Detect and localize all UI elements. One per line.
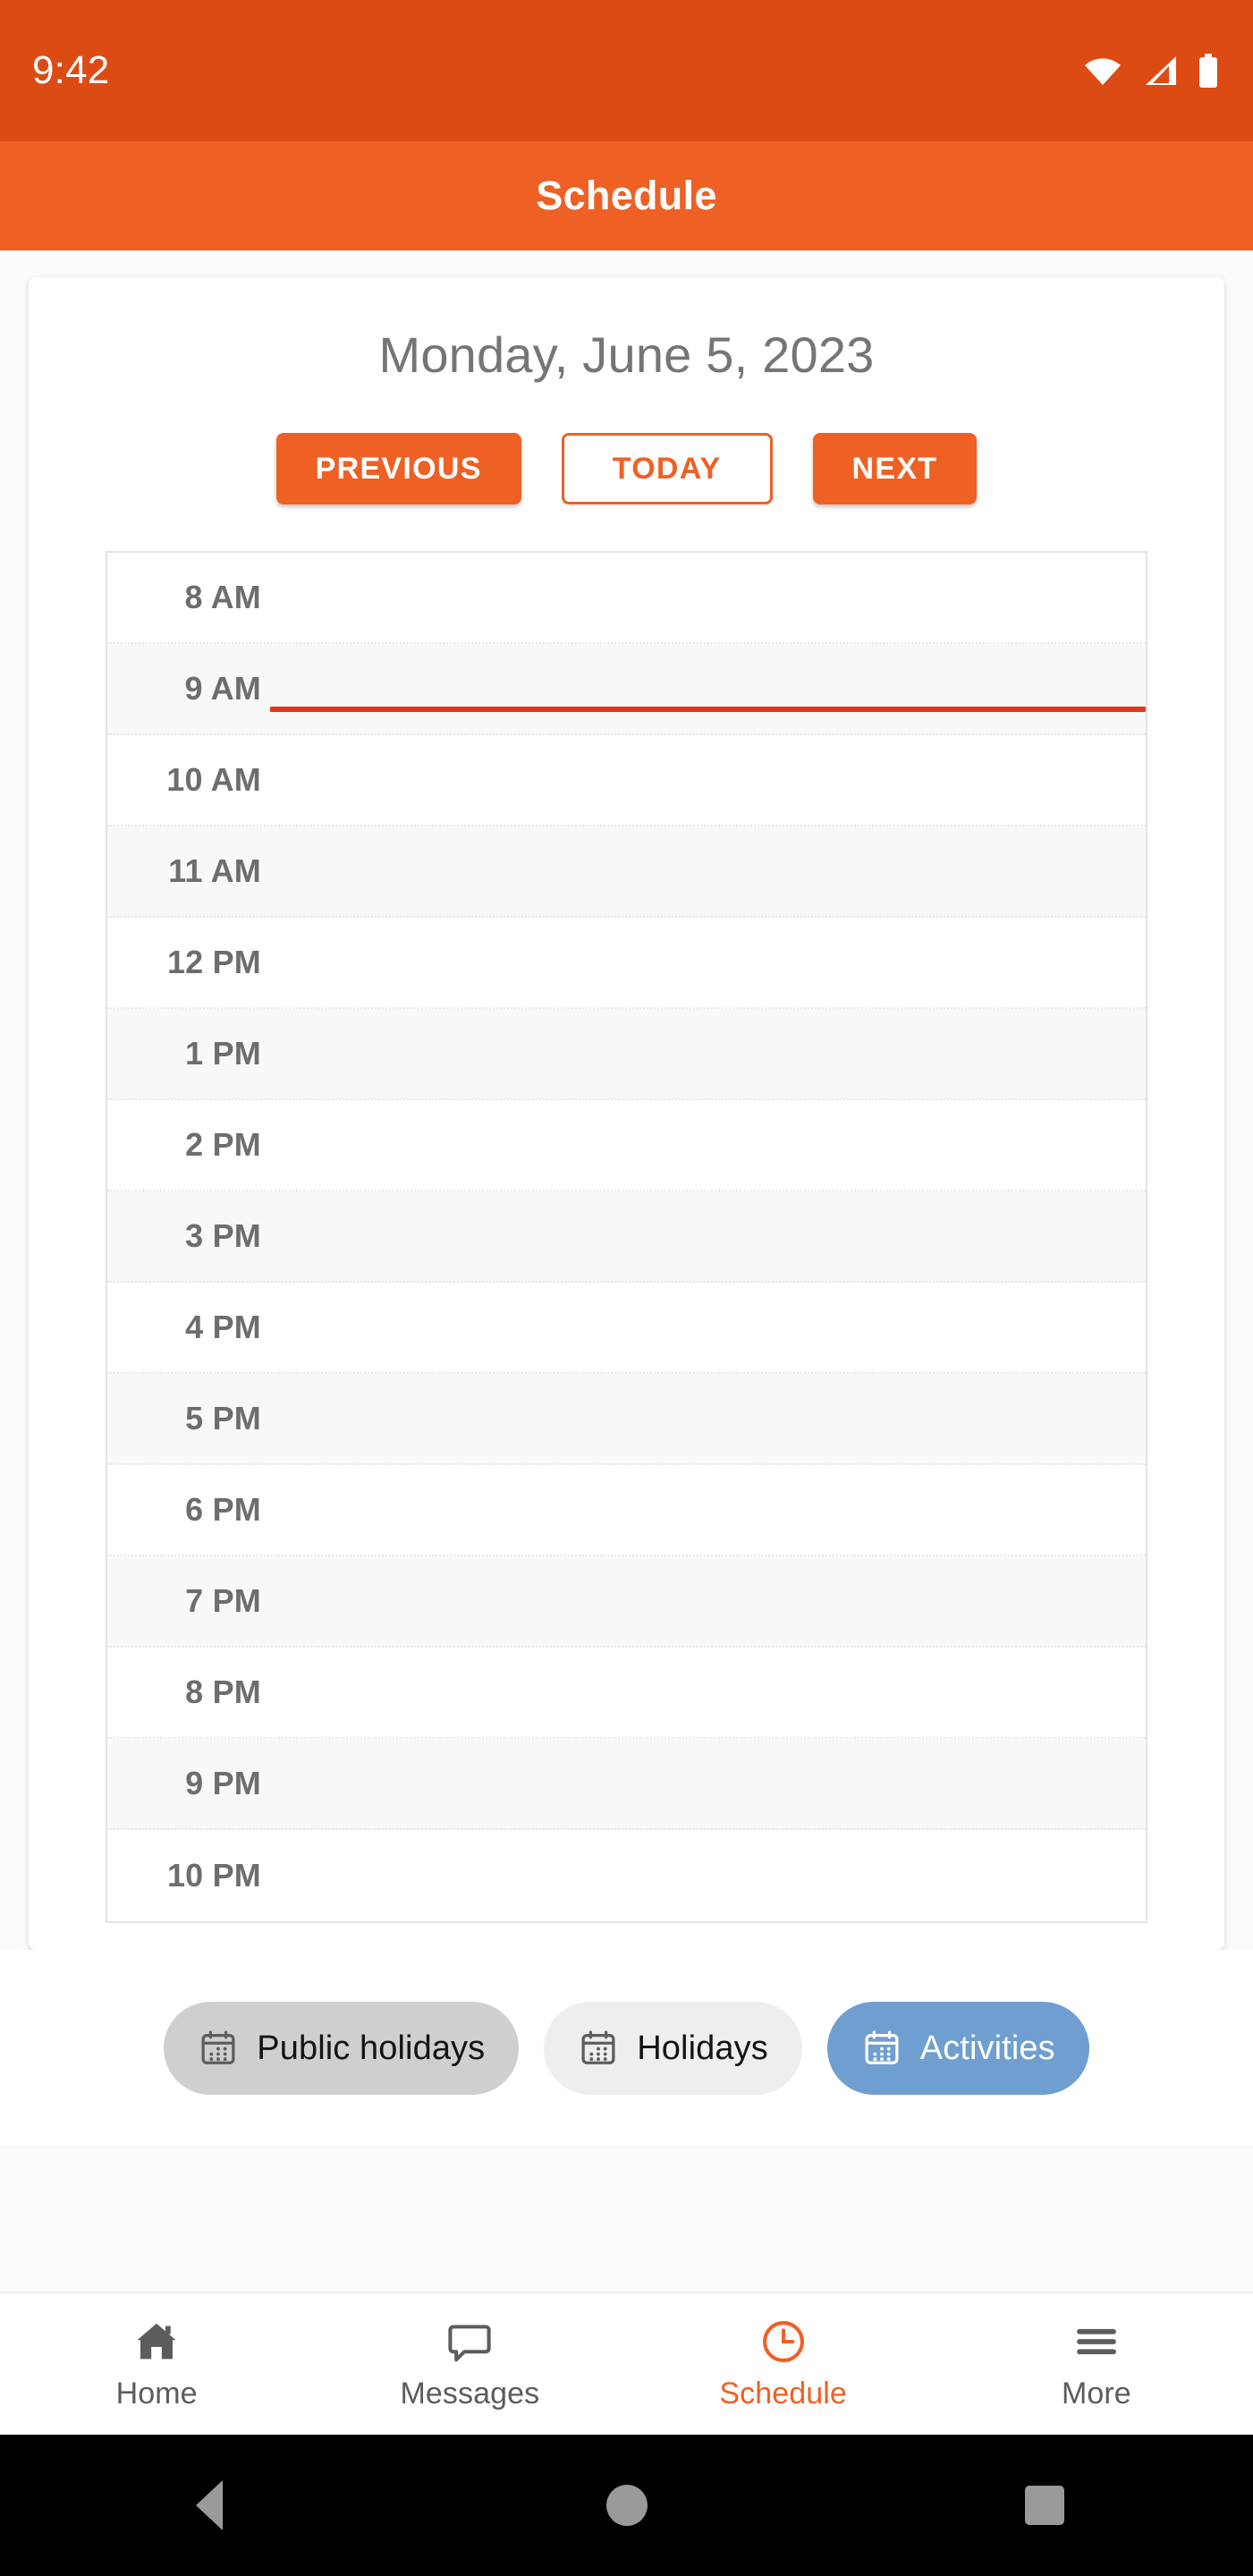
date-heading: Monday, June 5, 2023 [378,326,875,383]
calendar-icon [578,2028,619,2069]
bottom-navigation: Home Messages Schedule More [0,2292,1253,2435]
page-title: Schedule [536,173,717,218]
filter-chip[interactable]: Public holidays [164,2002,520,2095]
time-row-slot[interactable] [277,1556,1146,1646]
time-row-label: 4 PM [185,1309,261,1345]
time-row[interactable]: 5 PM [107,1374,1146,1465]
filter-chips: Public holidays Holidays Activities [0,1950,1253,2145]
time-row[interactable]: 12 PM [107,918,1146,1009]
schedule-card: Monday, June 5, 2023 PREVIOUS TODAY NEXT… [29,277,1224,1950]
filter-chip-label: Public holidays [257,2029,486,2067]
android-recents-button[interactable] [955,2486,1134,2525]
bottom-nav-item-home[interactable]: Home [0,2318,313,2411]
time-row-slot[interactable] [277,1739,1146,1828]
time-row-slot[interactable] [277,644,1146,733]
android-system-nav [0,2435,1253,2576]
hamburger-menu-icon [1072,2318,1121,2366]
time-row-slot[interactable] [277,1830,1146,1921]
time-row-slot[interactable] [277,1374,1146,1463]
time-row[interactable]: 10 AM [107,735,1146,826]
time-row-label: 10 PM [166,1857,261,1894]
page-body: Monday, June 5, 2023 PREVIOUS TODAY NEXT… [0,250,1253,2292]
time-row-slot[interactable] [277,918,1146,1007]
time-row[interactable]: 3 PM [107,1191,1146,1283]
time-grid: 8 AM 9 AM 10 AM 11 AM 12 PM 1 PM 2 PM 3 PM 4 PM 5… [106,551,1147,1923]
previous-button[interactable]: PREVIOUS [275,433,521,504]
time-row-label: 3 PM [185,1217,261,1254]
time-row-slot[interactable] [277,826,1146,916]
filter-chip-label: Activities [919,2029,1055,2067]
time-row[interactable]: 2 PM [107,1100,1146,1191]
battery-icon [1198,54,1219,88]
time-row-label: 5 PM [185,1400,261,1436]
time-row-slot[interactable] [277,553,1146,642]
calendar-icon [198,2028,239,2069]
bottom-nav-label: Messages [400,2376,540,2411]
time-row-label: 9 AM [184,670,261,707]
time-row-slot[interactable] [277,1191,1146,1281]
status-bar-clock: 9:42 [32,48,110,92]
status-bar: 9:42 [0,0,1253,141]
time-row-label: 6 PM [185,1491,261,1528]
time-row-slot[interactable] [277,1009,1146,1098]
app-bar: Schedule [0,141,1253,250]
time-row-label: 9 PM [185,1765,261,1801]
bottom-nav-item-messages[interactable]: Messages [313,2318,626,2411]
status-bar-icons [1083,54,1219,88]
time-row-slot[interactable] [277,1465,1146,1555]
time-row-label: 7 PM [185,1582,261,1619]
time-row-label: 8 AM [184,579,261,615]
bottom-nav-item-schedule[interactable]: Schedule [627,2318,940,2411]
current-time-indicator [270,707,1146,712]
time-row[interactable]: 7 PM [107,1556,1146,1648]
time-row-slot[interactable] [277,735,1146,825]
filter-chip-label: Holidays [637,2029,768,2067]
bottom-nav-label: Home [115,2376,198,2411]
time-row-label: 11 AM [168,852,261,889]
calendar-icon [861,2028,902,2069]
bottom-nav-item-more[interactable]: More [940,2318,1253,2411]
time-row[interactable]: 1 PM [107,1009,1146,1100]
time-row-label: 12 PM [166,944,261,980]
date-nav-buttons: PREVIOUS TODAY NEXT [29,433,1224,504]
time-row[interactable]: 6 PM [107,1465,1146,1556]
android-back-button[interactable] [120,2480,299,2530]
wifi-icon [1083,55,1122,86]
time-row[interactable]: 10 PM [107,1830,1146,1921]
time-row-slot[interactable] [277,1100,1146,1190]
cellular-signal-icon [1142,55,1178,86]
home-icon [132,2318,181,2366]
time-row[interactable]: 11 AM [107,826,1146,918]
bottom-nav-label: Schedule [719,2376,847,2411]
clock-icon [759,2318,808,2366]
filter-chip[interactable]: Holidays [544,2002,802,2095]
time-row-label: 1 PM [185,1035,261,1072]
bottom-nav-label: More [1061,2376,1131,2411]
time-row-label: 10 AM [166,761,261,798]
time-row[interactable]: 8 PM [107,1648,1146,1739]
time-row-slot[interactable] [277,1648,1146,1737]
app-root: 9:42 Schedule Monday, June 5, 2023 PREVI… [0,0,1253,2576]
next-button[interactable]: NEXT [812,433,978,504]
time-row[interactable]: 9 PM [107,1739,1146,1830]
time-row[interactable]: 9 AM [107,644,1146,735]
time-row-label: 8 PM [185,1674,261,1710]
time-row-slot[interactable] [277,1283,1146,1372]
time-row[interactable]: 4 PM [107,1283,1146,1374]
time-row-label: 2 PM [185,1126,261,1163]
today-button[interactable]: TODAY [561,433,773,504]
android-home-button[interactable] [538,2485,716,2526]
time-row[interactable]: 8 AM [107,553,1146,644]
message-bubble-icon [445,2318,494,2366]
filter-chip[interactable]: Activities [826,2002,1089,2095]
